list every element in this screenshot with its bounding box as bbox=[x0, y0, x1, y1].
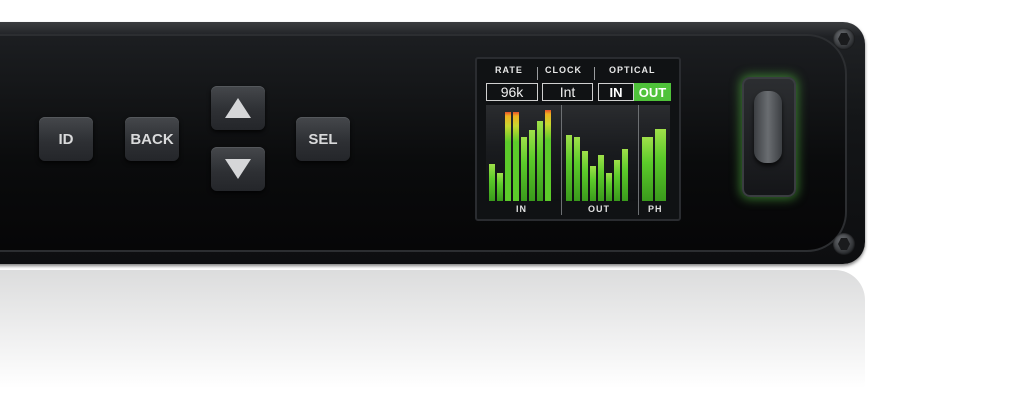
in-meter-bar bbox=[505, 112, 511, 201]
out-meter-bar bbox=[566, 135, 572, 201]
back-button[interactable]: BACK bbox=[125, 117, 179, 161]
up-arrow-icon bbox=[225, 98, 251, 118]
optical-in-value: IN bbox=[598, 83, 634, 101]
out-meter-label: OUT bbox=[588, 204, 610, 214]
header-divider bbox=[594, 67, 595, 80]
out-meter-bar bbox=[590, 166, 596, 201]
display-header: RATE CLOCK OPTICAL bbox=[477, 65, 679, 80]
in-meter-bar bbox=[513, 112, 519, 201]
meter-divider bbox=[561, 105, 562, 215]
in-meter-bar bbox=[489, 164, 495, 201]
out-meter-bar bbox=[582, 151, 588, 201]
out-meter-bar bbox=[598, 155, 604, 201]
ph-meter-bar bbox=[642, 137, 653, 201]
id-button-label: ID bbox=[58, 130, 74, 148]
rate-header: RATE bbox=[495, 65, 523, 75]
ph-meter-label: PH bbox=[648, 204, 663, 214]
in-meter-bar bbox=[497, 173, 503, 201]
power-toggle[interactable] bbox=[754, 91, 782, 163]
optical-header: OPTICAL bbox=[609, 65, 656, 75]
ph-meter-bar bbox=[655, 129, 666, 201]
in-meter-bar bbox=[537, 121, 543, 201]
up-button[interactable] bbox=[211, 86, 265, 130]
out-meter-bar bbox=[622, 149, 628, 201]
sel-button[interactable]: SEL bbox=[296, 117, 350, 161]
power-switch[interactable] bbox=[742, 77, 796, 197]
optical-out-value: OUT bbox=[634, 83, 671, 101]
down-arrow-icon bbox=[225, 159, 251, 179]
clock-value: Int bbox=[542, 83, 593, 101]
front-panel-display: RATE CLOCK OPTICAL 96k Int IN OUT IN OUT… bbox=[475, 57, 681, 221]
down-button[interactable] bbox=[211, 147, 265, 191]
in-meter-bar bbox=[529, 130, 535, 201]
unit-reflection bbox=[0, 270, 865, 410]
header-divider bbox=[537, 67, 538, 80]
meter-divider bbox=[638, 105, 639, 215]
in-meter-label: IN bbox=[516, 204, 527, 214]
id-button[interactable]: ID bbox=[39, 117, 93, 161]
back-button-label: BACK bbox=[130, 130, 174, 148]
out-meter-bar bbox=[606, 173, 612, 201]
screw-top-icon bbox=[833, 28, 855, 50]
level-meters bbox=[486, 105, 670, 201]
in-meter-bar bbox=[545, 110, 551, 201]
out-meter-bar bbox=[614, 160, 620, 201]
rate-value: 96k bbox=[486, 83, 538, 101]
sel-button-label: SEL bbox=[308, 130, 338, 148]
clock-header: CLOCK bbox=[545, 65, 582, 75]
in-meter-bar bbox=[521, 137, 527, 201]
out-meter-bar bbox=[574, 137, 580, 201]
screw-bottom-icon bbox=[833, 233, 855, 255]
